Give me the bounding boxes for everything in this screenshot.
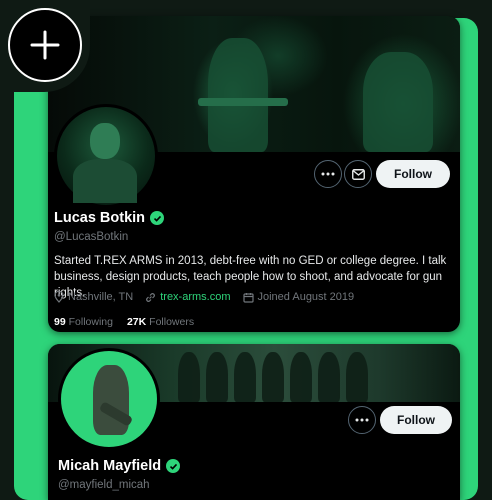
website-item[interactable]: trex-arms.com bbox=[145, 291, 231, 303]
followers-count: 27K bbox=[126, 316, 147, 328]
following-count: 99 bbox=[54, 316, 66, 328]
profile-name-row: Micah Mayfield bbox=[58, 458, 181, 474]
verified-badge-icon bbox=[150, 211, 165, 225]
profile-card-micah: Follow Micah Mayfield @mayfield_micah bbox=[48, 344, 460, 500]
more-icon bbox=[355, 418, 369, 422]
followers-count-link[interactable]: 27K Followers bbox=[127, 316, 194, 328]
avatar-head bbox=[90, 123, 120, 159]
avatar[interactable] bbox=[54, 104, 158, 208]
following-count-link[interactable]: 99 Following bbox=[54, 316, 113, 328]
joined-text: Joined August 2019 bbox=[257, 291, 355, 303]
profile-meta: Nashville, TN trex-arms.com Joined Augus… bbox=[54, 291, 354, 303]
location-pin-icon bbox=[54, 291, 64, 303]
banner-figure bbox=[262, 352, 284, 402]
more-button[interactable] bbox=[348, 406, 376, 434]
add-button[interactable] bbox=[8, 8, 82, 82]
banner-rifle bbox=[198, 98, 288, 106]
add-badge bbox=[0, 0, 90, 92]
banner-figure bbox=[290, 352, 312, 402]
banner-figure bbox=[363, 52, 433, 152]
location-item: Nashville, TN bbox=[54, 291, 133, 303]
profile-name: Micah Mayfield bbox=[58, 458, 162, 474]
profile-name: Lucas Botkin bbox=[54, 210, 146, 226]
verified-badge-icon bbox=[166, 459, 181, 473]
banner-figure bbox=[318, 352, 340, 402]
message-button[interactable] bbox=[344, 160, 372, 188]
banner-figure bbox=[208, 38, 268, 152]
mail-icon bbox=[351, 168, 365, 180]
banner-figure bbox=[178, 352, 200, 402]
plus-icon bbox=[30, 30, 60, 60]
banner-figure bbox=[346, 352, 368, 402]
follow-button[interactable]: Follow bbox=[380, 406, 452, 434]
follow-counts: 99 Following 27K Followers bbox=[54, 316, 194, 328]
calendar-icon bbox=[242, 292, 254, 303]
more-button[interactable] bbox=[314, 160, 342, 188]
profile-handle: @LucasBotkin bbox=[54, 231, 129, 243]
followers-label: Followers bbox=[149, 316, 195, 328]
website-link[interactable]: trex-arms.com bbox=[160, 291, 230, 303]
follow-button[interactable]: Follow bbox=[376, 160, 450, 188]
joined-item: Joined August 2019 bbox=[242, 291, 355, 303]
banner-figure bbox=[234, 352, 256, 402]
location-text: Nashville, TN bbox=[68, 291, 134, 303]
profile-card-lucas: Follow Lucas Botkin @LucasBotkin Started… bbox=[48, 16, 460, 332]
avatar-body bbox=[73, 159, 137, 203]
more-icon bbox=[321, 172, 335, 176]
avatar[interactable] bbox=[58, 348, 160, 450]
stage: Follow Lucas Botkin @LucasBotkin Started… bbox=[0, 0, 492, 500]
profile-name-row: Lucas Botkin bbox=[54, 210, 165, 226]
following-label: Following bbox=[68, 316, 113, 328]
profile-handle: @mayfield_micah bbox=[58, 479, 150, 491]
link-icon bbox=[146, 292, 156, 302]
banner-figure bbox=[206, 352, 228, 402]
